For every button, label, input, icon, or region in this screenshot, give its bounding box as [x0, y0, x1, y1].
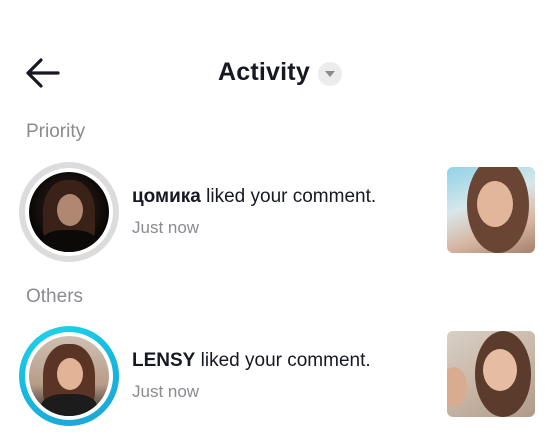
- activity-action: liked your comment.: [200, 350, 371, 371]
- avatar-image: [29, 172, 109, 252]
- video-thumbnail[interactable]: [447, 167, 535, 253]
- avatar-image: [29, 336, 109, 416]
- activity-text: LENSY liked your comment. Just now: [132, 350, 422, 402]
- section-label-priority: Priority: [26, 121, 86, 142]
- top-bar: Activity: [0, 50, 560, 98]
- caret-down-icon: [324, 70, 335, 77]
- activity-message: цомика liked your comment.: [132, 186, 422, 208]
- timestamp: Just now: [132, 382, 200, 401]
- title-dropdown[interactable]: Activity: [0, 58, 560, 87]
- username-link[interactable]: LENSY: [132, 350, 195, 371]
- username-link[interactable]: цомика: [132, 186, 201, 207]
- timestamp: Just now: [132, 218, 200, 237]
- activity-action: liked your comment.: [206, 186, 377, 207]
- avatar[interactable]: [19, 162, 119, 262]
- activity-item[interactable]: цомика liked your comment. Just now: [0, 162, 560, 262]
- page-title: Activity: [218, 58, 310, 86]
- activity-item[interactable]: LENSY liked your comment. Just now: [0, 326, 560, 426]
- activity-text: цомика liked your comment. Just now: [132, 186, 422, 238]
- activity-message: LENSY liked your comment.: [132, 350, 422, 372]
- avatar[interactable]: [19, 326, 119, 426]
- section-label-others: Others: [26, 286, 84, 307]
- video-thumbnail[interactable]: [447, 331, 535, 417]
- dropdown-toggle[interactable]: [317, 61, 342, 86]
